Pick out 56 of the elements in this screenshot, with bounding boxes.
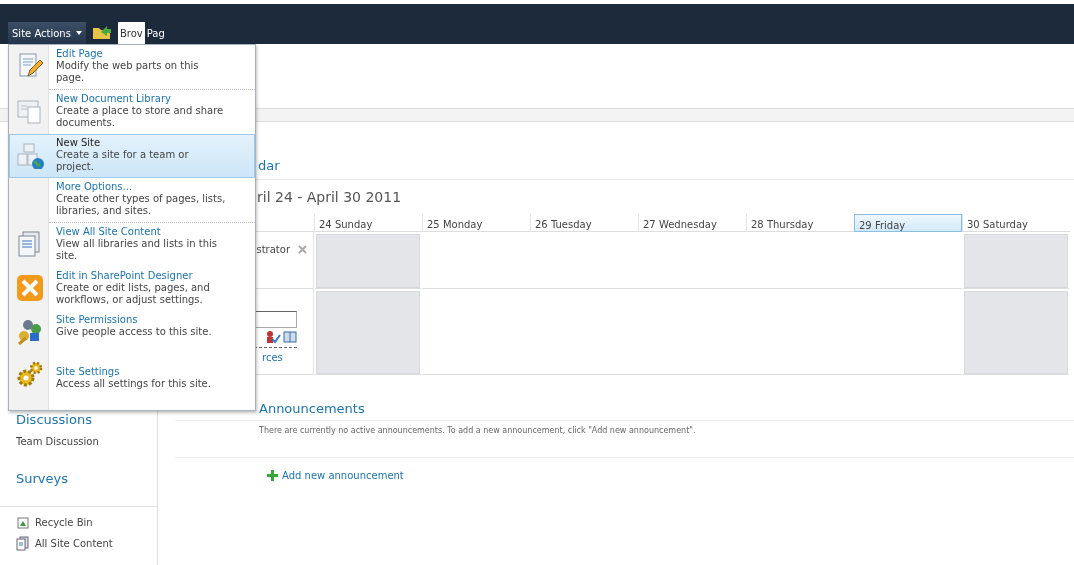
nav-item[interactable]: Team Discussion [0,433,157,449]
plus-icon [267,470,278,481]
empty-message: There are currently no active announcements. To add a new announcement, click "Add new announcement". [175,425,1074,458]
menu-item[interactable]: Edit Page Modify the web parts on this page. [9,45,255,89]
menu-item[interactable]: Edit in SharePoint Designer Create or edit lists, pages, and workflows, or adjust settings. [9,267,255,311]
menu-item[interactable]: Site Settings Access all settings for this site. [9,353,255,394]
menu-item-title: More Options... [56,181,134,193]
resources-link[interactable]: rces [262,349,307,365]
menu-item-title: New Document Library [56,93,172,105]
check-names-icon[interactable] [265,329,281,344]
menu-item-title: Edit Page [56,48,104,60]
recycle-bin-icon [16,515,30,530]
day-header[interactable]: 30 Saturday [962,213,1070,232]
nav-link[interactable]: Recycle Bin [35,515,93,530]
menu-item-title: Site Settings [56,366,121,378]
menu-item-description: Access all settings for this site. [56,378,212,390]
menu-item-title: View All Site Content [56,226,162,238]
user-name: strator [256,242,290,257]
menu-item-title: Edit in SharePoint Designer [56,270,194,282]
date-range: ril 24 - April 30 2011 [257,187,403,207]
menu-item-description: View all libraries and lists in this site. [56,238,218,262]
nav-link[interactable]: All Site Content [35,536,113,551]
day-header[interactable]: 26 Tuesday [530,213,638,232]
day-header[interactable]: 24 Sunday [314,213,422,232]
gears-icon [16,360,44,388]
ribbon-tab[interactable]: Pag [144,22,167,44]
menu-item-title: New Site [56,137,102,149]
caret-icon [75,31,82,35]
edit-page-icon [16,52,44,80]
menu-item-description: Create or edit lists, pages, and workflows, or adjust settings. [56,282,211,306]
folder-icon[interactable] [91,24,112,40]
menu-item-description: Modify the web parts on this page. [56,60,200,84]
close-icon[interactable] [298,244,307,254]
tools-icon [16,274,44,302]
permissions-icon [16,318,44,346]
menu-item[interactable]: Site Permissions Give people access to this site. [9,311,255,353]
day-header[interactable]: 29 Friday [854,213,962,232]
menu-item[interactable]: New Document Library Create a place to store and share documents. [9,90,255,134]
site-actions-button[interactable]: Site Actions [8,22,86,44]
menu-item-description: Create other types of pages, lists, libraries, and sites. [56,193,226,217]
new-site-icon [16,141,44,169]
document-library-icon [16,97,44,125]
nav-heading[interactable]: Discussions [0,410,157,430]
add-announcement-link[interactable]: Add new announcement [183,468,404,483]
day-header[interactable]: 25 Monday [422,213,530,232]
nav-heading[interactable]: Surveys [0,468,157,488]
menu-item[interactable]: New Site Create a site for a team or project. [9,134,255,178]
day-header[interactable]: 27 Wednesday [638,213,746,232]
menu-item-title: Site Permissions [56,314,139,326]
menu-item-description: Create a place to store and share documents. [56,105,225,129]
address-book-icon[interactable] [283,329,297,344]
menu-item[interactable]: More Options... Create other types of pages, lists, libraries, and sites. [9,178,255,222]
documents-icon [16,536,30,551]
menu-item-description: Give people access to this site. [56,326,213,338]
menu-item[interactable]: View All Site Content View all libraries and lists in this site. [9,223,255,267]
ribbon-tab[interactable]: Brov [117,22,145,44]
